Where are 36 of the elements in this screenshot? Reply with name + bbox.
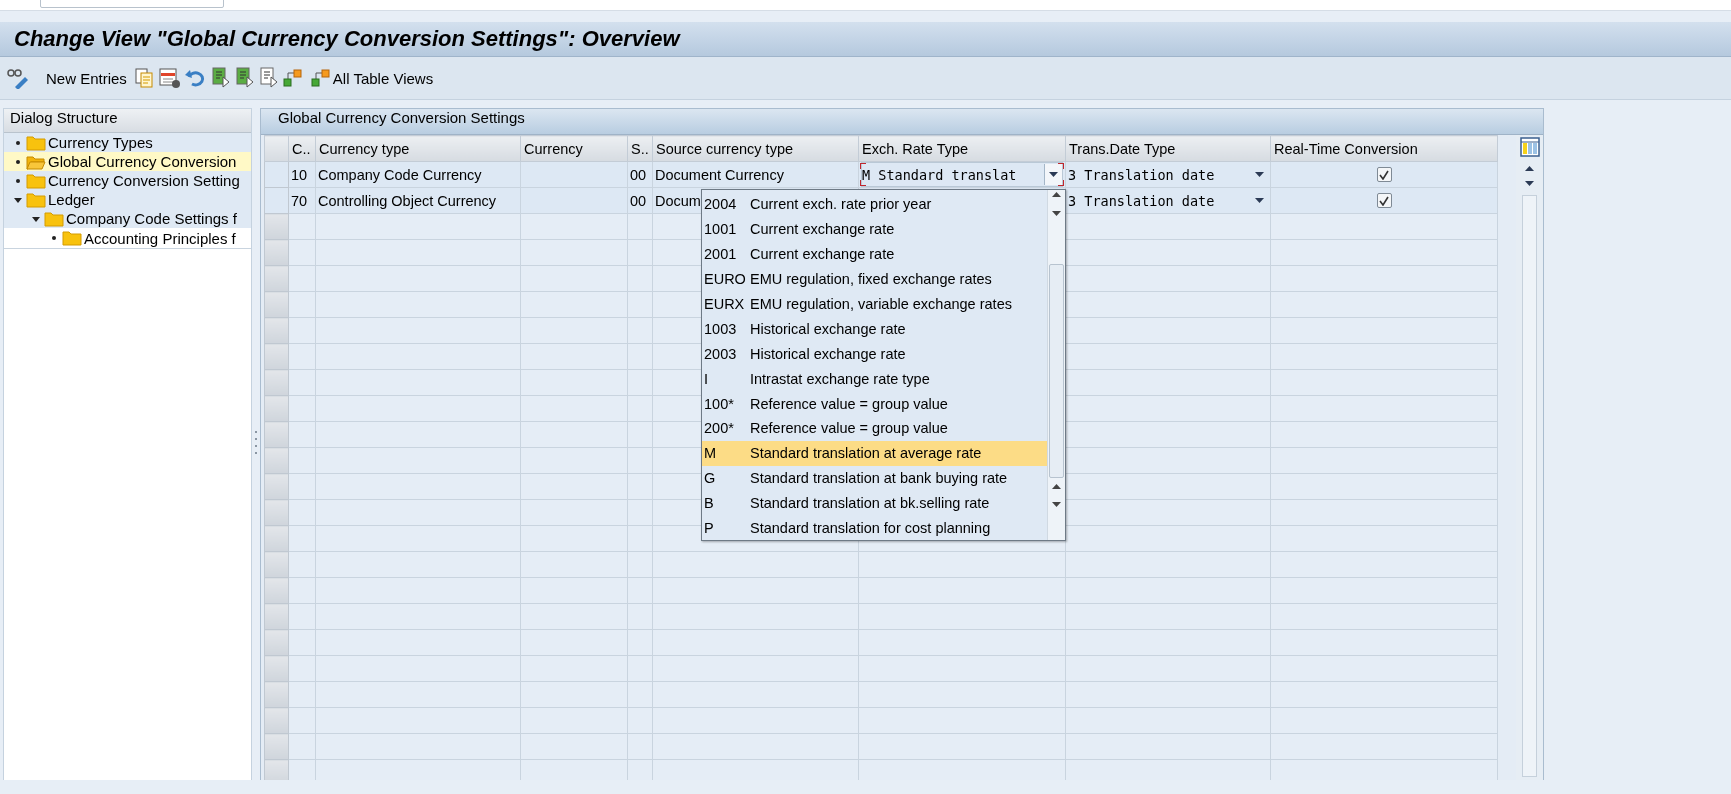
table-cell: Company Code Currency	[315, 161, 521, 188]
dropdown-field[interactable]: M Standard translat	[861, 162, 1063, 187]
dropdown-option[interactable]: 2003 Historical exchange rate	[702, 341, 1047, 367]
column-header[interactable]: Currency	[520, 135, 628, 162]
dropdown-option[interactable]: 1001 Current exchange rate	[702, 216, 1047, 242]
dropdown-option[interactable]: M Standard translation at average rate	[702, 440, 1047, 466]
panel-title: Dialog Structure	[4, 109, 251, 133]
window-title: Change View "Global Currency Conversion Settings": Overview	[13, 25, 682, 53]
table-cell: Document Currency	[652, 161, 859, 188]
dropdown-option[interactable]: 2001 Current exchange rate	[702, 241, 1047, 267]
dropdown-option[interactable]: 1003 Historical exchange rate	[702, 316, 1047, 342]
tree-item[interactable]: Ledger	[4, 190, 251, 209]
panel-title: Global Currency Conversion Settings	[261, 109, 1543, 135]
column-header[interactable]: Real-Time Conversion	[1270, 135, 1498, 162]
table-cell: Controlling Object Currency	[315, 187, 521, 214]
dropdown-option[interactable]: I Intrastat exchange rate type	[702, 366, 1047, 392]
dropdown-option[interactable]: P Standard translation for cost planning	[702, 515, 1047, 541]
column-header[interactable]: Exch. Rate Type	[858, 135, 1066, 162]
dropdown-option[interactable]: 200* Reference value = group value	[702, 416, 1047, 441]
tree-item[interactable]: Company Code Settings f	[4, 209, 251, 228]
column-header[interactable]: Currency type	[315, 135, 521, 162]
column-header[interactable]: Source currency type	[652, 135, 859, 162]
column-header[interactable]: C..	[288, 135, 316, 162]
dropdown-option[interactable]: EURO EMU regulation, fixed exchange rates	[702, 266, 1047, 292]
tree-item[interactable]: Currency Conversion Setting	[4, 171, 251, 190]
column-header[interactable]: Trans.Date Type	[1065, 135, 1271, 162]
dropdown-option[interactable]: EURX EMU regulation, variable exchange rates	[702, 291, 1047, 317]
tree-item[interactable]: Global Currency Conversion	[4, 152, 251, 171]
dropdown-option[interactable]: B Standard translation at bk.selling rate	[702, 490, 1047, 516]
column-header[interactable]: S..	[627, 135, 653, 162]
dropdown-option[interactable]: 100* Reference value = group value	[702, 391, 1047, 416]
dropdown-option[interactable]: G Standard translation at bank buying rate	[702, 465, 1047, 491]
new-entries-button[interactable]: New Entries	[42, 69, 131, 87]
tree-item[interactable]: Accounting Principles f	[4, 228, 251, 249]
tree-item[interactable]: Currency Types	[4, 133, 251, 152]
all-table-views-button[interactable]: All Table Views	[306, 67, 438, 89]
